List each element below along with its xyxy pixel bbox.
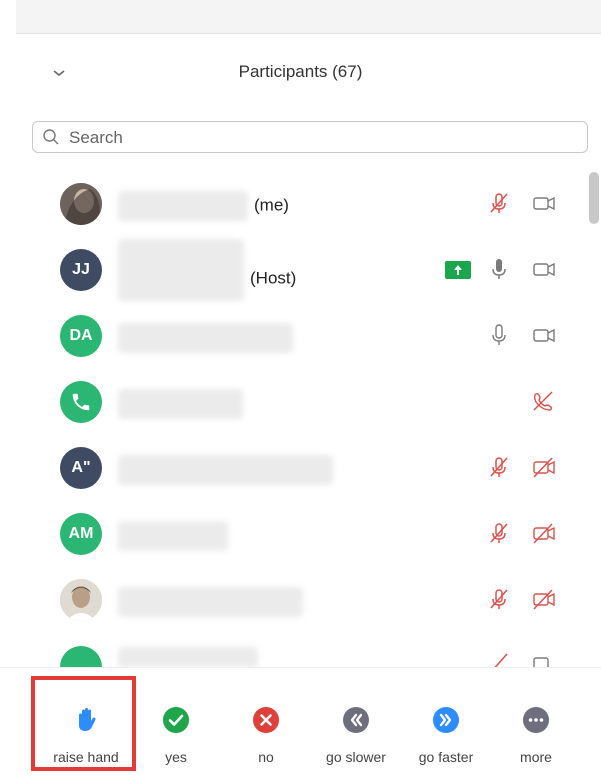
phone-icon xyxy=(60,381,102,423)
avatar xyxy=(60,646,102,667)
participant-name xyxy=(118,587,309,617)
participant-row[interactable]: JJ (Host) xyxy=(0,236,580,302)
avatar: DA xyxy=(60,315,102,357)
video-muted-icon[interactable] xyxy=(531,454,557,480)
participants-header: Participants (67) xyxy=(0,34,601,112)
participant-name xyxy=(118,389,249,419)
avatar-initials: A" xyxy=(71,459,91,476)
ellipsis-icon xyxy=(522,706,550,734)
avatar xyxy=(60,183,102,225)
participant-name xyxy=(118,323,299,353)
rewind-icon xyxy=(342,706,370,734)
participant-name: (Host) xyxy=(118,239,296,301)
participant-row[interactable]: A" xyxy=(0,434,580,500)
scrollbar-thumb[interactable] xyxy=(589,172,599,224)
mic-muted-icon[interactable] xyxy=(486,650,512,667)
feedback-toolbar: raise hand yes no go slower go faster mo… xyxy=(0,667,601,778)
x-icon xyxy=(252,706,280,734)
search-input[interactable] xyxy=(67,122,571,154)
video-off-icon[interactable] xyxy=(531,256,557,282)
avatar: JJ xyxy=(60,249,102,291)
mic-muted-icon[interactable] xyxy=(486,520,512,546)
participant-row[interactable] xyxy=(0,368,580,434)
go-slower-button[interactable]: go slower xyxy=(310,668,402,778)
video-muted-icon[interactable] xyxy=(531,586,557,612)
phone-muted-icon[interactable] xyxy=(530,388,556,414)
raise-hand-label: raise hand xyxy=(53,749,119,765)
go-faster-label: go faster xyxy=(418,749,474,765)
screen-share-icon xyxy=(445,261,471,279)
avatar-initials: DA xyxy=(69,327,93,344)
participant-row[interactable]: (me) xyxy=(0,170,580,236)
participant-name: (me) xyxy=(118,191,289,221)
participant-row[interactable]: AM xyxy=(0,500,580,566)
search-box[interactable] xyxy=(32,121,588,154)
raise-hand-icon xyxy=(72,706,100,734)
mic-icon[interactable] xyxy=(486,256,512,282)
redacted-name xyxy=(118,239,244,301)
yes-label: yes xyxy=(165,749,187,765)
mic-muted-icon[interactable] xyxy=(486,454,512,480)
avatar xyxy=(60,579,102,621)
go-slower-label: go slower xyxy=(326,749,386,765)
video-off-icon[interactable] xyxy=(531,322,557,348)
window-top-bar xyxy=(16,0,601,34)
go-faster-button[interactable]: go faster xyxy=(400,668,492,778)
redacted-name xyxy=(118,389,243,419)
redacted-name xyxy=(118,587,303,617)
participant-tag: (me) xyxy=(254,195,289,215)
page-title: Participants (67) xyxy=(238,62,363,81)
redacted-name xyxy=(118,521,228,551)
redacted-name xyxy=(118,323,293,353)
mic-icon[interactable] xyxy=(486,322,512,348)
mic-muted-icon[interactable] xyxy=(486,586,512,612)
fast-forward-icon xyxy=(432,706,460,734)
avatar-initials: AM xyxy=(68,525,94,542)
video-off-icon[interactable] xyxy=(531,650,557,667)
participant-name xyxy=(118,455,339,485)
more-button[interactable]: more xyxy=(490,668,582,778)
avatar-initials: JJ xyxy=(72,261,90,278)
participant-row[interactable] xyxy=(0,566,580,632)
participant-tag: (Host) xyxy=(250,268,297,288)
no-label: no xyxy=(258,749,274,765)
participant-row[interactable]: DA xyxy=(0,302,580,368)
participant-row[interactable] xyxy=(0,646,580,667)
raise-hand-button[interactable]: raise hand xyxy=(40,668,132,778)
check-icon xyxy=(162,706,190,734)
more-label: more xyxy=(520,749,552,765)
search-icon xyxy=(42,128,60,146)
redacted-name xyxy=(118,455,333,485)
avatar: AM xyxy=(60,513,102,555)
participant-name xyxy=(118,646,264,667)
participant-list[interactable]: (me) JJ (Host) DA A" AM xyxy=(0,170,601,667)
avatar: A" xyxy=(60,447,102,489)
mic-muted-icon[interactable] xyxy=(486,190,512,216)
participant-name xyxy=(118,521,234,551)
video-off-icon[interactable] xyxy=(531,190,557,216)
video-muted-icon[interactable] xyxy=(531,520,557,546)
redacted-name xyxy=(118,646,258,667)
yes-button[interactable]: yes xyxy=(130,668,222,778)
no-button[interactable]: no xyxy=(220,668,312,778)
redacted-name xyxy=(118,191,248,221)
